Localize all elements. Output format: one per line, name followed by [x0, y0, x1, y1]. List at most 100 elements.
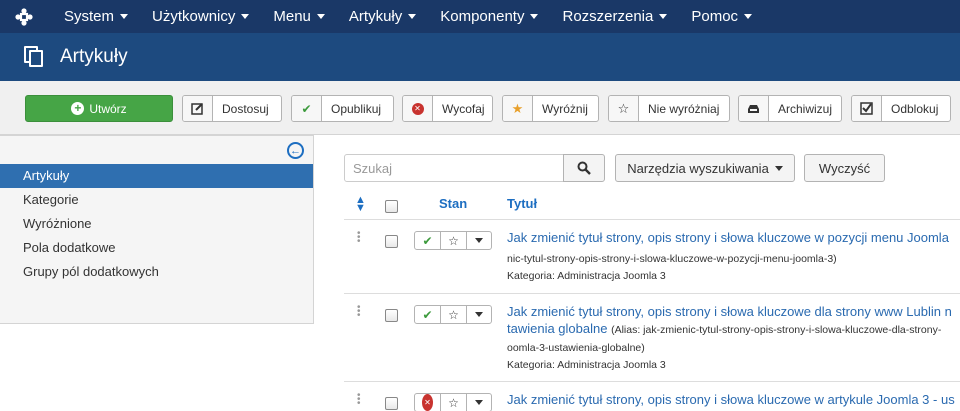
published-icon[interactable]: ✔: [415, 306, 441, 323]
menu-extensions[interactable]: Rozszerzenia: [548, 0, 677, 33]
caret-down-icon: [241, 14, 250, 19]
table-row: • • • ✔ ☆ Jak zmienić tytuł strony, opis s…: [344, 294, 960, 382]
drag-handle-icon[interactable]: • • •: [357, 391, 361, 409]
search-tools-label: Narzędzia wyszukiwania: [627, 160, 769, 176]
menu-label: Komponenty: [440, 8, 525, 25]
menu-help[interactable]: Pomoc: [677, 0, 762, 33]
star-empty-icon[interactable]: ☆: [441, 306, 467, 323]
status-toggle: ✔ ☆: [414, 305, 492, 324]
caret-down-icon: [530, 14, 539, 19]
unpublish-button[interactable]: ✕ Wycofaj: [402, 95, 493, 122]
menu-label: System: [64, 8, 115, 25]
archive-button[interactable]: Archiwizuj: [738, 95, 842, 122]
joomla-logo-icon[interactable]: [0, 0, 48, 33]
menu-label: Użytkownicy: [152, 8, 236, 25]
plus-circle-icon: +: [71, 102, 85, 115]
column-status[interactable]: Stan: [439, 196, 467, 211]
sidebar-item-featured[interactable]: Wyróżnione: [0, 212, 313, 236]
article-category: Kategoria: Administracja Joomla 3: [507, 359, 666, 371]
caret-down-icon: [744, 14, 753, 19]
unpublish-icon: ✕: [403, 96, 433, 121]
publish-button[interactable]: ✔ Opublikuj: [291, 95, 394, 122]
new-button[interactable]: + Utwórz: [25, 95, 173, 122]
caret-down-icon: [120, 14, 129, 19]
table-row: • • • ✕ ☆ Jak zmienić tytuł strony, opis s…: [344, 382, 960, 411]
menu-articles[interactable]: Artykuły: [335, 0, 426, 33]
toolbar: + Utwórz Dostosuj ✔ Opublikuj ✕ Wycofaj …: [0, 81, 960, 135]
article-alias-continued: oomla-3-ustawienia-globalne): [507, 342, 645, 354]
unpublished-icon[interactable]: ✕: [415, 394, 441, 411]
search-tools-button[interactable]: Narzędzia wyszukiwania: [615, 154, 795, 182]
top-navbar: System Użytkownicy Menu Artykuły Kompone…: [0, 0, 960, 33]
table-row: • • • ✔ ☆ Jak zmienić tytuł strony, opis s…: [344, 220, 960, 294]
menu-system[interactable]: System: [48, 0, 138, 33]
menu-menu[interactable]: Menu: [259, 0, 335, 33]
copy-icon: [24, 46, 46, 68]
select-all-checkbox[interactable]: [385, 200, 398, 213]
row-checkbox[interactable]: [385, 235, 398, 248]
star-empty-icon[interactable]: ☆: [441, 232, 467, 249]
new-button-label: Utwórz: [89, 101, 127, 116]
article-alias: (Alias: jak-zmienic-tytul-strony-opis-st…: [611, 324, 942, 336]
search-icon: [577, 161, 591, 175]
star-empty-icon: ☆: [609, 96, 639, 121]
article-title-wrap: tawienia globalne (Alias: jak-zmienic-ty…: [507, 321, 941, 336]
unpublish-button-label: Wycofaj: [442, 101, 485, 116]
row-checkbox[interactable]: [385, 397, 398, 410]
sidebar-item-articles[interactable]: Artykuły: [0, 164, 313, 188]
drag-handle-icon[interactable]: • • •: [357, 229, 361, 247]
feature-button[interactable]: ★ Wyróżnij: [502, 95, 599, 122]
check-icon: ✔: [292, 96, 322, 121]
table-header: ▲ ▼ Stan Tytuł: [344, 190, 960, 220]
article-title-link[interactable]: Jak zmienić tytuł strony, opis strony i …: [507, 304, 952, 319]
sort-icon[interactable]: ▲ ▼: [355, 195, 366, 214]
archive-button-label: Archiwizuj: [778, 101, 833, 116]
checkin-button[interactable]: Odblokuj: [851, 95, 951, 122]
menu-users[interactable]: Użytkownicy: [138, 0, 259, 33]
column-title[interactable]: Tytuł: [507, 196, 537, 211]
publish-button-label: Opublikuj: [331, 101, 382, 116]
search-button[interactable]: [563, 154, 605, 182]
menu-label: Menu: [273, 8, 311, 25]
published-icon[interactable]: ✔: [415, 232, 441, 249]
menu-label: Pomoc: [691, 8, 739, 25]
article-alias: nic-tytul-strony-opis-strony-i-slowa-klu…: [507, 253, 837, 265]
actions-dropdown-icon[interactable]: [467, 394, 491, 411]
unfeature-button-label: Nie wyróżniaj: [648, 101, 720, 116]
search-input[interactable]: Szukaj: [344, 154, 564, 182]
feature-button-label: Wyróżnij: [542, 101, 588, 116]
caret-down-icon: [659, 14, 668, 19]
status-toggle: ✔ ☆: [414, 231, 492, 250]
caret-down-icon: [316, 14, 325, 19]
caret-down-icon: [408, 14, 417, 19]
article-title-continued[interactable]: tawienia globalne: [507, 321, 607, 336]
unfeature-button[interactable]: ☆ Nie wyróżniaj: [608, 95, 730, 122]
sidebar-item-fields[interactable]: Pola dodatkowe: [0, 236, 313, 260]
page-header: Artykuły: [0, 33, 960, 81]
article-category: Kategoria: Administracja Joomla 3: [507, 270, 666, 282]
sidebar-item-categories[interactable]: Kategorie: [0, 188, 313, 212]
menu-label: Rozszerzenia: [562, 8, 654, 25]
sidebar: ← Artykuły Kategorie Wyróżnione Pola dod…: [0, 135, 314, 324]
checkin-button-label: Odblokuj: [891, 101, 939, 116]
sidebar-item-field-groups[interactable]: Grupy pól dodatkowych: [0, 260, 313, 284]
menu-label: Artykuły: [348, 8, 403, 25]
caret-down-icon: [774, 165, 783, 171]
archive-icon: [739, 96, 769, 121]
star-filled-icon: ★: [503, 96, 533, 121]
article-title-link[interactable]: Jak zmienić tytuł strony, opis strony i …: [507, 230, 949, 245]
article-title-link[interactable]: Jak zmienić tytuł strony, opis strony i …: [507, 392, 955, 407]
checkbox-icon: [852, 96, 882, 121]
edit-button-label: Dostosuj: [222, 101, 269, 116]
status-toggle: ✕ ☆: [414, 393, 492, 411]
actions-dropdown-icon[interactable]: [467, 232, 491, 249]
star-empty-icon[interactable]: ☆: [441, 394, 467, 411]
page-title: Artykuły: [60, 46, 128, 67]
collapse-sidebar-icon[interactable]: ←: [287, 142, 304, 159]
edit-button[interactable]: Dostosuj: [182, 95, 282, 122]
row-checkbox[interactable]: [385, 309, 398, 322]
menu-components[interactable]: Komponenty: [426, 0, 548, 33]
drag-handle-icon[interactable]: • • •: [357, 303, 361, 321]
clear-button[interactable]: Wyczyść: [804, 154, 885, 182]
actions-dropdown-icon[interactable]: [467, 306, 491, 323]
